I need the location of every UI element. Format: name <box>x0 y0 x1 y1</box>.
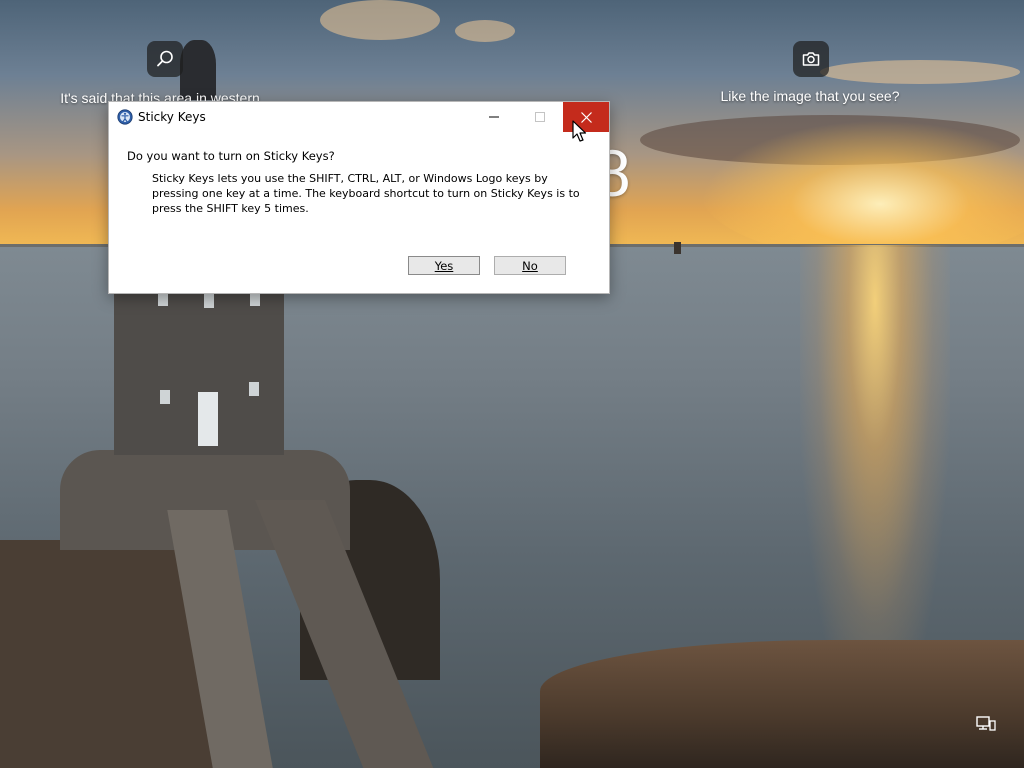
maximize-button <box>517 102 563 132</box>
sticky-keys-dialog: Sticky Keys Do you want to turn on Stick… <box>108 101 610 294</box>
lighthouse-window <box>249 382 259 396</box>
maximize-icon <box>535 112 545 122</box>
dialog-title-bar[interactable]: Sticky Keys <box>109 102 609 132</box>
like-image-text[interactable]: Like the image that you see? <box>700 88 920 104</box>
cloud <box>320 0 440 40</box>
dialog-title: Sticky Keys <box>138 110 206 124</box>
lighthouse-window <box>158 292 168 306</box>
cloud <box>820 60 1020 84</box>
lighthouse-window <box>250 292 260 306</box>
yes-button-label: Yes <box>434 258 454 273</box>
lighthouse-window <box>160 390 170 404</box>
distant-rock <box>674 242 681 254</box>
no-button-label: No <box>522 258 538 273</box>
dialog-description: Sticky Keys lets you use the SHIFT, CTRL… <box>152 172 580 215</box>
lighthouse-door <box>198 392 218 446</box>
camera-icon <box>802 52 820 66</box>
no-button[interactable]: No <box>494 256 566 275</box>
search-icon <box>157 50 173 67</box>
camera-button[interactable] <box>793 41 829 77</box>
network-icon[interactable] <box>975 715 997 735</box>
mouse-cursor-icon <box>572 120 587 142</box>
search-button[interactable] <box>147 41 183 77</box>
dialog-question: Do you want to turn on Sticky Keys? <box>127 149 335 163</box>
cloud <box>455 20 515 42</box>
minimize-icon <box>489 116 499 118</box>
sticky-keys-icon <box>117 109 133 125</box>
minimize-button[interactable] <box>471 102 517 132</box>
yes-button[interactable]: Yes <box>408 256 480 275</box>
foreground-land <box>540 640 1024 768</box>
lighthouse-window <box>204 294 214 308</box>
